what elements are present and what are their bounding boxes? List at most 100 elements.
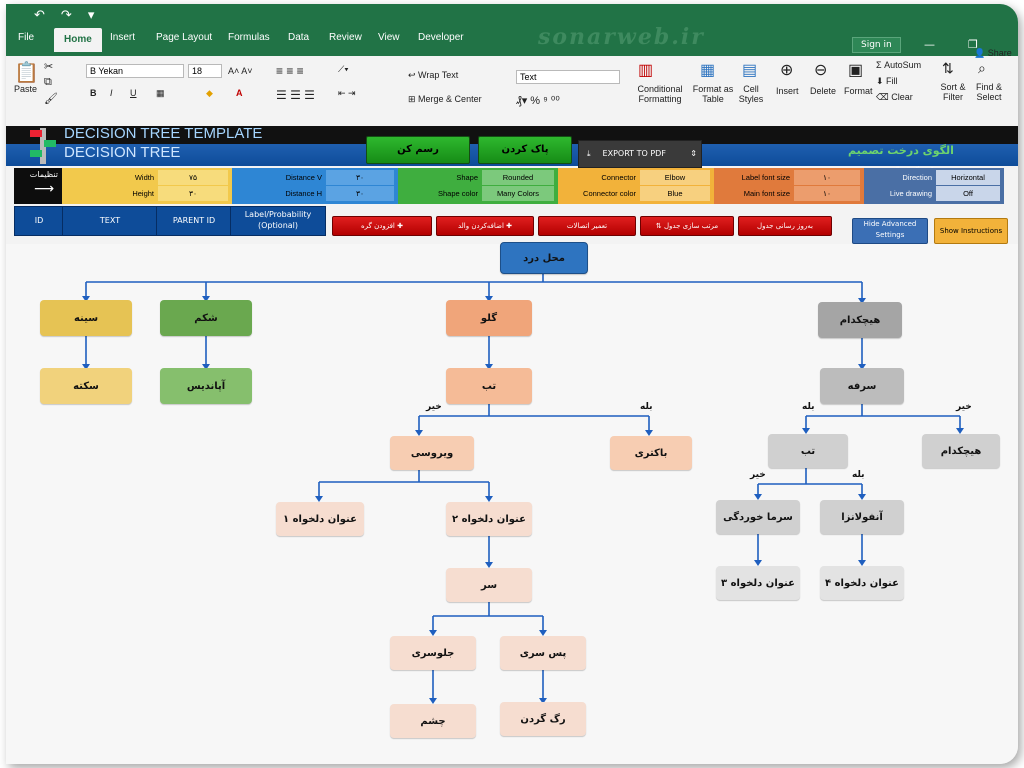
node-tab-1[interactable]: تب — [446, 368, 532, 404]
node-raggardan[interactable]: رگ گردن — [500, 702, 586, 736]
label-font-label: Label font size — [741, 173, 790, 182]
indent-icon[interactable]: ⇤ ⇥ — [338, 88, 356, 99]
edge-label-bale-2: بله — [802, 402, 815, 412]
tab-review[interactable]: Review — [329, 32, 362, 43]
node-sar[interactable]: سر — [446, 568, 532, 602]
edge-label-kheir-1: خیر — [426, 402, 442, 412]
distance-v-value[interactable]: ۳۰ — [326, 170, 394, 185]
delete-button[interactable]: Delete — [810, 86, 836, 96]
draw-button[interactable]: رسم کن — [366, 136, 470, 164]
node-anfolanza[interactable]: آنفولانزا — [820, 500, 904, 534]
distance-h-value[interactable]: ۳۰ — [326, 186, 394, 201]
undo-icon[interactable]: ↶ — [34, 8, 45, 23]
share-button[interactable]: 👤 Share — [974, 48, 1012, 59]
node-sarmakhordegi[interactable]: سرما خوردگی — [716, 500, 800, 534]
node-virusi[interactable]: ویروسی — [390, 436, 474, 470]
node-passari[interactable]: پس سری — [500, 636, 586, 670]
direction-value[interactable]: Horizontal — [936, 170, 1000, 185]
font-name-select[interactable]: B Yekan — [86, 64, 184, 78]
distance-v-label: Distance V — [285, 173, 322, 182]
node-jolosari[interactable]: جلوسری — [390, 636, 476, 670]
clear-button[interactable]: ⌫ Clear — [876, 92, 913, 103]
shape-color-value[interactable]: Many Colors — [482, 186, 554, 201]
add-parent-button[interactable]: اضافه‌کردن والد ✚ — [436, 216, 534, 236]
paste-icon[interactable]: 📋 — [14, 60, 39, 85]
accounting-icon[interactable]: ₰▾ % ⁹ ⁰⁰ — [516, 94, 560, 107]
format-button[interactable]: Format — [844, 86, 873, 96]
fill-color-icon[interactable]: ◆ — [206, 88, 213, 99]
export-pdf-button[interactable]: ⤓ EXPORT TO PDF ⇕ — [578, 140, 702, 168]
number-format-select[interactable]: Text — [516, 70, 620, 84]
tab-page-layout[interactable]: Page Layout — [156, 32, 212, 43]
underline-icon[interactable]: U — [130, 88, 137, 98]
tab-view[interactable]: View — [378, 32, 400, 43]
node-hichkodam-2[interactable]: هیچکدام — [922, 434, 1000, 468]
node-hichkodam[interactable]: هیچکدام — [818, 302, 902, 338]
align-top-icon[interactable]: ≡ ≡ ≡ — [276, 64, 304, 78]
connector-color-value[interactable]: Blue — [640, 186, 710, 201]
tab-file[interactable]: File — [18, 32, 34, 43]
fill-button[interactable]: ⬇ Fill — [876, 76, 898, 87]
add-node-button[interactable]: افزودن گره ✚ — [332, 216, 432, 236]
autosum-button[interactable]: Σ AutoSum — [876, 60, 921, 70]
cell-styles-button[interactable]: Cell Styles — [734, 84, 768, 104]
format-as-table-button[interactable]: Format as Table — [690, 84, 736, 104]
live-drawing-value[interactable]: Off — [936, 186, 1000, 201]
node-custom-2[interactable]: عنوان دلخواه ۲ — [446, 502, 532, 536]
node-sorfe[interactable]: سرفه — [820, 368, 904, 404]
node-custom-1[interactable]: عنوان دلخواه ۱ — [276, 502, 364, 536]
node-root[interactable]: محل درد — [500, 242, 588, 274]
orientation-icon[interactable]: ⟋▾ — [338, 64, 349, 75]
node-sine[interactable]: سینه — [40, 300, 132, 336]
tab-formulas[interactable]: Formulas — [228, 32, 270, 43]
bold-icon[interactable]: B — [90, 88, 97, 98]
tab-insert[interactable]: Insert — [110, 32, 135, 43]
paste-button[interactable]: Paste — [14, 84, 37, 94]
show-instructions-button[interactable]: Show Instructions — [934, 218, 1008, 244]
node-tab-2[interactable]: تب — [768, 434, 848, 468]
borders-icon[interactable]: ▦ — [156, 88, 165, 99]
shape-value[interactable]: Rounded — [482, 170, 554, 185]
redo-icon[interactable]: ↷ — [61, 8, 72, 23]
repair-connections-button[interactable]: تعمیر اتصالات — [538, 216, 636, 236]
customize-icon[interactable]: ▾ — [88, 8, 95, 23]
minimize-icon[interactable]: — — [924, 38, 935, 51]
merge-center-button[interactable]: ⊞ Merge & Center — [408, 94, 482, 105]
node-apandis[interactable]: آپاندیس — [160, 368, 252, 404]
format-painter-icon[interactable]: 🖌 — [44, 92, 58, 105]
font-grow-icon[interactable]: A˄ A˅ — [228, 66, 253, 76]
connector-value[interactable]: Elbow — [640, 170, 710, 185]
insert-button[interactable]: Insert — [776, 86, 799, 96]
title-english: DECISION TREE TEMPLATE — [64, 125, 263, 142]
label-font-value[interactable]: ۱۰ — [794, 170, 860, 185]
italic-icon[interactable]: I — [110, 88, 113, 98]
clear-label: Clear — [891, 92, 913, 102]
node-custom-3[interactable]: عنوان دلخواه ۳ — [716, 566, 800, 600]
tab-developer[interactable]: Developer — [418, 32, 464, 43]
font-color-icon[interactable]: A — [236, 88, 243, 98]
font-size-select[interactable]: 18 — [188, 64, 222, 78]
align-left-icon[interactable]: ☰ ☰ ☰ — [276, 88, 315, 102]
node-cheshm[interactable]: چشم — [390, 704, 476, 738]
main-font-value[interactable]: ۱۰ — [794, 186, 860, 201]
find-select-button[interactable]: Find & Select — [972, 82, 1006, 102]
copy-icon[interactable]: ⧉ — [44, 76, 52, 89]
sort-filter-button[interactable]: Sort & Filter — [936, 82, 970, 102]
tab-home[interactable]: Home — [54, 28, 102, 52]
clear-tree-button[interactable]: پاک کردن — [478, 136, 572, 164]
sort-table-button[interactable]: ⇅ مرتب سازی جدول — [640, 216, 734, 236]
node-shekam[interactable]: شکم — [160, 300, 252, 336]
update-table-button[interactable]: به‌روز رسانی جدول — [738, 216, 832, 236]
node-custom-4[interactable]: عنوان دلخواه ۴ — [820, 566, 904, 600]
hide-advanced-settings-button[interactable]: Hide Advanced Settings — [852, 218, 928, 244]
node-sekte[interactable]: سکته — [40, 368, 132, 404]
width-value[interactable]: ۷۵ — [158, 170, 228, 185]
sign-in-button[interactable]: Sign in — [852, 37, 901, 53]
wrap-text-button[interactable]: ↩ Wrap Text — [408, 70, 458, 81]
cut-icon[interactable]: ✂ — [44, 60, 53, 73]
tab-data[interactable]: Data — [288, 32, 309, 43]
node-galu[interactable]: گلو — [446, 300, 532, 336]
node-bakteri[interactable]: باکتری — [610, 436, 692, 470]
conditional-formatting-button[interactable]: Conditional Formatting — [634, 84, 686, 104]
height-value[interactable]: ۳۰ — [158, 186, 228, 201]
